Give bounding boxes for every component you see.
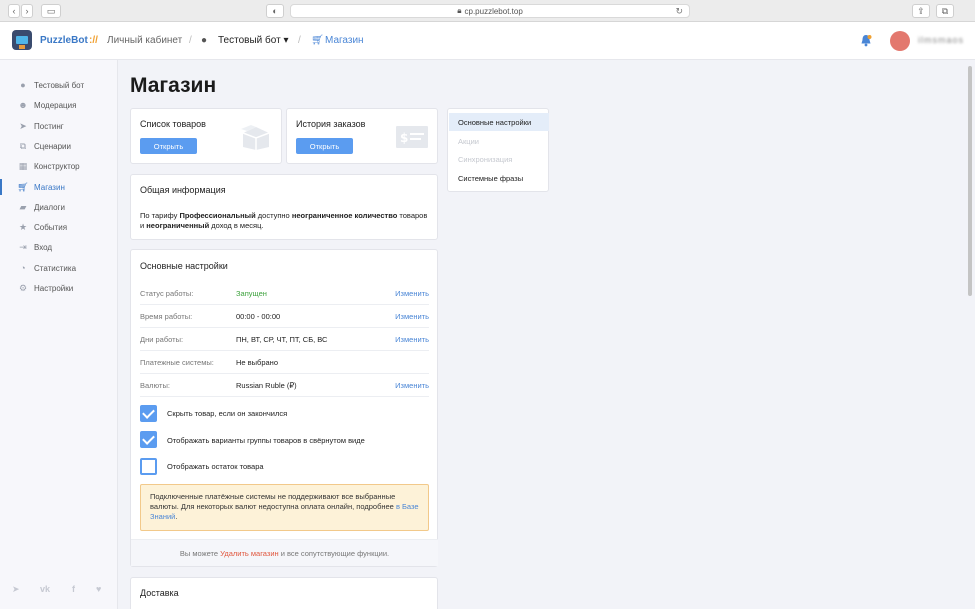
- pie-chart-icon: ◔: [20, 263, 26, 273]
- show-stock-checkbox[interactable]: [140, 458, 157, 475]
- orders-card: История заказов Открыть $: [286, 108, 438, 164]
- receipt-icon: $: [396, 126, 428, 148]
- sidebar-item-scenarios[interactable]: ⧉ Сценарии: [0, 137, 118, 155]
- gear-icon: ⚙: [18, 282, 28, 293]
- brand-separator: ://: [89, 35, 98, 46]
- breadcrumb-separator: /: [298, 35, 301, 46]
- sidebar-toggle-icon[interactable]: ▭: [41, 4, 61, 18]
- setting-row-working-days: Дни работы: ПН, ВТ, СР, ЧТ, ПТ, СБ, ВС И…: [140, 328, 429, 351]
- svg-text:$: $: [400, 131, 408, 145]
- delete-shop-link[interactable]: Удалить магазин: [220, 549, 278, 558]
- hide-out-of-stock-label[interactable]: Скрыть товар, если он закончился: [167, 409, 287, 418]
- page-scrollbar[interactable]: [968, 66, 972, 296]
- cart-icon: 🛒︎: [311, 35, 324, 46]
- back-button[interactable]: ‹: [8, 4, 20, 18]
- cart-icon: 🛒︎: [17, 181, 29, 192]
- setting-row-currencies: Валюты: Russian Ruble (₽) Изменить: [140, 374, 429, 397]
- facebook-icon[interactable]: f: [72, 584, 75, 594]
- main-settings-card: Основные настройки Статус работы: Запуще…: [130, 249, 438, 567]
- menu-item-main-settings[interactable]: Основные настройки: [449, 113, 549, 131]
- products-box-icon: [241, 125, 270, 150]
- url-text: cp.puzzlebot.top: [464, 6, 523, 16]
- collapsed-variants-checkbox[interactable]: [140, 431, 157, 448]
- products-card: Список товаров Открыть: [130, 108, 282, 164]
- breadcrumb-bot-select[interactable]: Тестовый бот ▾: [218, 35, 288, 46]
- change-working-days-link[interactable]: Изменить: [395, 335, 429, 344]
- sidebar-item-shop[interactable]: 🛒︎ Магазин: [0, 178, 118, 196]
- change-working-time-link[interactable]: Изменить: [395, 312, 429, 321]
- status-value: Запущен: [236, 289, 267, 298]
- show-stock-label[interactable]: Отображать остаток товара: [167, 462, 264, 471]
- menu-item-system-phrases[interactable]: Системные фразы: [449, 169, 549, 187]
- tabs-icon[interactable]: ⧉: [936, 4, 954, 18]
- browser-toolbar: ‹ › ▭ ◐ 🔒︎ cp.puzzlebot.top ↻ ⇪ ⧉: [0, 0, 975, 22]
- delivery-card: Доставка: [130, 577, 438, 609]
- bot-icon: ●: [20, 80, 26, 90]
- telegram-icon[interactable]: ➤: [12, 584, 20, 595]
- brand-name[interactable]: PuzzleBot: [40, 35, 88, 46]
- setting-row-status: Статус работы: Запущен Изменить: [140, 282, 429, 305]
- sidebar-item-posting[interactable]: ➤ Постинг: [0, 117, 118, 135]
- orders-card-title: История заказов: [296, 119, 366, 129]
- sidebar-item-events[interactable]: ★ События: [0, 218, 118, 236]
- open-orders-button[interactable]: Открыть: [296, 138, 353, 154]
- sidebar-item-statistics[interactable]: ◔ Статистика: [0, 259, 118, 277]
- open-products-button[interactable]: Открыть: [140, 138, 197, 154]
- scenario-icon: ⧉: [19, 140, 27, 151]
- settings-section-menu: Основные настройки Акции Синхронизация С…: [447, 108, 549, 192]
- currency-warning-alert: Подключенные платёжные системы не поддер…: [140, 484, 429, 531]
- hide-out-of-stock-checkbox[interactable]: [140, 405, 157, 422]
- breadcrumb-shop[interactable]: Магазин: [325, 35, 364, 46]
- sidebar: ● Тестовый бот ☻ Модерация ➤ Постинг ⧉ С…: [0, 60, 118, 609]
- currencies-value: Russian Ruble (₽): [236, 381, 297, 390]
- puzzlebot-logo-icon[interactable]: [12, 30, 32, 50]
- lock-icon: 🔒︎: [457, 6, 462, 15]
- sidebar-item-test-bot[interactable]: ● Тестовый бот: [0, 76, 118, 94]
- notification-bell-icon[interactable]: [860, 34, 872, 47]
- change-status-link[interactable]: Изменить: [395, 289, 429, 298]
- page-title: Магазин: [130, 74, 217, 97]
- paper-plane-icon: ➤: [19, 120, 27, 131]
- grid-icon: ▦: [18, 160, 28, 171]
- star-icon: ★: [18, 221, 28, 232]
- privacy-shield-icon[interactable]: ◐: [266, 4, 284, 18]
- menu-item-sync: Синхронизация: [458, 154, 513, 164]
- share-icon[interactable]: ⇪: [912, 4, 930, 18]
- products-card-title: Список товаров: [140, 119, 206, 129]
- working-time-value: 00:00 - 00:00: [236, 312, 281, 321]
- change-currencies-link[interactable]: Изменить: [395, 381, 429, 390]
- main-settings-title: Основные настройки: [140, 261, 228, 271]
- sidebar-item-moderation[interactable]: ☻ Модерация: [0, 96, 118, 114]
- bot-icon: ●: [201, 35, 208, 46]
- working-days-value: ПН, ВТ, СР, ЧТ, ПТ, СБ, ВС: [236, 335, 328, 344]
- vk-icon[interactable]: vk: [40, 584, 50, 594]
- login-icon: ⇥: [19, 241, 27, 252]
- chevron-down-icon: ▾: [283, 35, 289, 46]
- sidebar-item-constructor[interactable]: ▦ Конструктор: [0, 157, 118, 175]
- avatar[interactable]: [890, 31, 910, 51]
- users-icon: ☻: [18, 100, 28, 110]
- breadcrumb-separator: /: [189, 35, 192, 46]
- address-bar[interactable]: 🔒︎ cp.puzzlebot.top ↻: [290, 4, 690, 18]
- delete-shop-footer: Вы можете Удалить магазин и все сопутств…: [131, 539, 438, 566]
- tariff-info-text: По тарифу Профессиональный доступно неог…: [140, 211, 428, 230]
- setting-row-payment-systems: Платежные системы: Не выбрано: [140, 351, 429, 374]
- delivery-title: Доставка: [140, 588, 179, 598]
- sidebar-item-dialogs[interactable]: ▰ Диалоги: [0, 198, 118, 216]
- reload-icon[interactable]: ↻: [675, 6, 683, 17]
- breadcrumb-account[interactable]: Личный кабинет: [107, 35, 182, 46]
- general-info-title: Общая информация: [140, 185, 226, 195]
- chat-icon: ▰: [19, 201, 27, 212]
- app-header: PuzzleBot :// Личный кабинет / ● Тестовы…: [0, 22, 975, 60]
- menu-item-promotions: Акции: [458, 136, 479, 146]
- sidebar-item-settings[interactable]: ⚙ Настройки: [0, 279, 118, 297]
- collapsed-variants-label[interactable]: Отображать варианты группы товаров в свё…: [167, 436, 365, 445]
- twitter-icon[interactable]: ♥: [96, 584, 101, 594]
- payment-systems-value: Не выбрано: [236, 358, 278, 367]
- sidebar-item-login[interactable]: ⇥ Вход: [0, 238, 118, 256]
- username[interactable]: ilmsmaos: [918, 35, 964, 45]
- setting-row-working-time: Время работы: 00:00 - 00:00 Изменить: [140, 305, 429, 328]
- general-info-card: Общая информация По тарифу Профессиональ…: [130, 174, 438, 240]
- forward-button[interactable]: ›: [21, 4, 33, 18]
